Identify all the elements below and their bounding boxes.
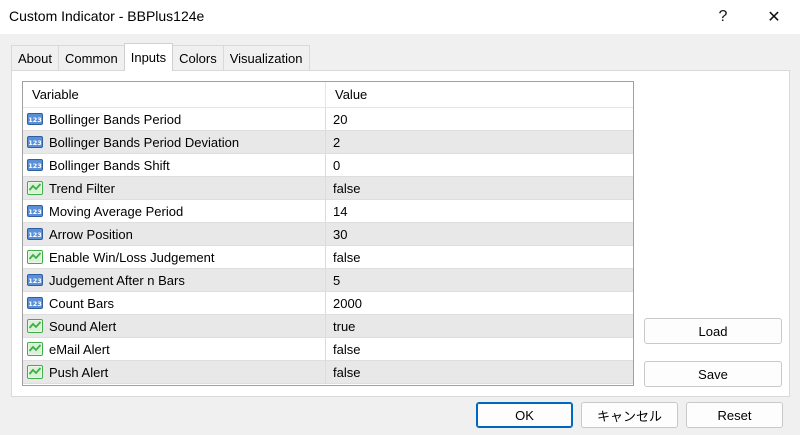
table-header: Variable Value: [23, 82, 633, 108]
value-cell[interactable]: 2: [326, 131, 633, 153]
table-body: 123 Bollinger Bands Period 20 123 Bolling…: [23, 108, 633, 384]
variable-label: eMail Alert: [49, 341, 110, 357]
tab-bar: About Common Inputs Colors Visualization: [11, 43, 310, 71]
table-row[interactable]: 123 Count Bars 2000: [23, 292, 633, 315]
close-button[interactable]: ✕: [751, 0, 797, 34]
table-row[interactable]: Push Alert false: [23, 361, 633, 384]
number-icon: 123: [27, 111, 43, 127]
tab-common[interactable]: Common: [57, 45, 125, 71]
column-header-value[interactable]: Value: [326, 82, 633, 107]
table-row[interactable]: Trend Filter false: [23, 177, 633, 200]
svg-text:123: 123: [28, 139, 42, 147]
variable-label: Judgement After n Bars: [49, 272, 185, 288]
variable-label: Arrow Position: [49, 226, 133, 242]
tab-about[interactable]: About: [11, 45, 59, 71]
inputs-panel: Variable Value 123 Bollinger Bands Perio…: [11, 70, 790, 397]
number-icon: 123: [27, 295, 43, 311]
load-button[interactable]: Load: [644, 318, 782, 344]
number-icon: 123: [27, 203, 43, 219]
svg-text:123: 123: [28, 162, 42, 170]
boolean-icon: [27, 249, 43, 265]
boolean-icon: [27, 318, 43, 334]
cancel-button[interactable]: キャンセル: [581, 402, 678, 428]
variable-label: Trend Filter: [49, 180, 115, 196]
value-cell[interactable]: false: [326, 177, 633, 199]
variable-cell: 123 Judgement After n Bars: [23, 269, 326, 291]
variable-cell: Push Alert: [23, 361, 326, 383]
value-cell[interactable]: 14: [326, 200, 633, 222]
ok-button[interactable]: OK: [476, 402, 573, 428]
value-cell[interactable]: 5: [326, 269, 633, 291]
table-row[interactable]: 123 Bollinger Bands Period 20: [23, 108, 633, 131]
boolean-icon: [27, 180, 43, 196]
tab-visualization[interactable]: Visualization: [222, 45, 310, 71]
table-row[interactable]: 123 Arrow Position 30: [23, 223, 633, 246]
table-row[interactable]: 123 Moving Average Period 14: [23, 200, 633, 223]
value-cell[interactable]: 0: [326, 154, 633, 176]
table-row[interactable]: 123 Bollinger Bands Shift 0: [23, 154, 633, 177]
window-title: Custom Indicator - BBPlus124e: [9, 8, 205, 24]
column-header-variable[interactable]: Variable: [23, 82, 326, 107]
variable-cell: 123 Bollinger Bands Period Deviation: [23, 131, 326, 153]
variable-label: Bollinger Bands Period Deviation: [49, 134, 240, 150]
save-button[interactable]: Save: [644, 361, 782, 387]
number-icon: 123: [27, 134, 43, 150]
variable-label: Moving Average Period: [49, 203, 184, 219]
tab-colors[interactable]: Colors: [172, 45, 224, 71]
variable-label: Enable Win/Loss Judgement: [49, 249, 215, 265]
number-icon: 123: [27, 272, 43, 288]
variable-cell: Sound Alert: [23, 315, 326, 337]
value-cell[interactable]: 30: [326, 223, 633, 245]
variable-label: Push Alert: [49, 364, 109, 380]
variable-cell: 123 Bollinger Bands Period: [23, 108, 326, 130]
variable-label: Count Bars: [49, 295, 115, 311]
value-cell[interactable]: true: [326, 315, 633, 337]
variable-cell: 123 Count Bars: [23, 292, 326, 314]
variable-cell: eMail Alert: [23, 338, 326, 360]
table-row[interactable]: 123 Bollinger Bands Period Deviation 2: [23, 131, 633, 154]
variable-cell: Trend Filter: [23, 177, 326, 199]
variable-cell: Enable Win/Loss Judgement: [23, 246, 326, 268]
number-icon: 123: [27, 226, 43, 242]
value-cell[interactable]: false: [326, 361, 633, 383]
boolean-icon: [27, 364, 43, 380]
variable-cell: 123 Moving Average Period: [23, 200, 326, 222]
number-icon: 123: [27, 157, 43, 173]
tab-inputs[interactable]: Inputs: [123, 43, 174, 71]
variable-label: Sound Alert: [49, 318, 117, 334]
reset-button[interactable]: Reset: [686, 402, 783, 428]
title-bar: Custom Indicator - BBPlus124e ? ✕: [0, 0, 800, 34]
variable-label: Bollinger Bands Shift: [49, 157, 170, 173]
svg-text:123: 123: [28, 231, 42, 239]
svg-text:123: 123: [28, 116, 42, 124]
table-row[interactable]: Enable Win/Loss Judgement false: [23, 246, 633, 269]
value-cell[interactable]: false: [326, 246, 633, 268]
svg-text:123: 123: [28, 300, 42, 308]
variable-label: Bollinger Bands Period: [49, 111, 182, 127]
value-cell[interactable]: 20: [326, 108, 633, 130]
table-row[interactable]: Sound Alert true: [23, 315, 633, 338]
variable-cell: 123 Arrow Position: [23, 223, 326, 245]
value-cell[interactable]: false: [326, 338, 633, 360]
variable-cell: 123 Bollinger Bands Shift: [23, 154, 326, 176]
boolean-icon: [27, 341, 43, 357]
svg-text:123: 123: [28, 208, 42, 216]
svg-text:123: 123: [28, 277, 42, 285]
value-cell[interactable]: 2000: [326, 292, 633, 314]
table-row[interactable]: 123 Judgement After n Bars 5: [23, 269, 633, 292]
help-button[interactable]: ?: [700, 0, 746, 34]
table-row[interactable]: eMail Alert false: [23, 338, 633, 361]
inputs-table: Variable Value 123 Bollinger Bands Perio…: [22, 81, 634, 386]
